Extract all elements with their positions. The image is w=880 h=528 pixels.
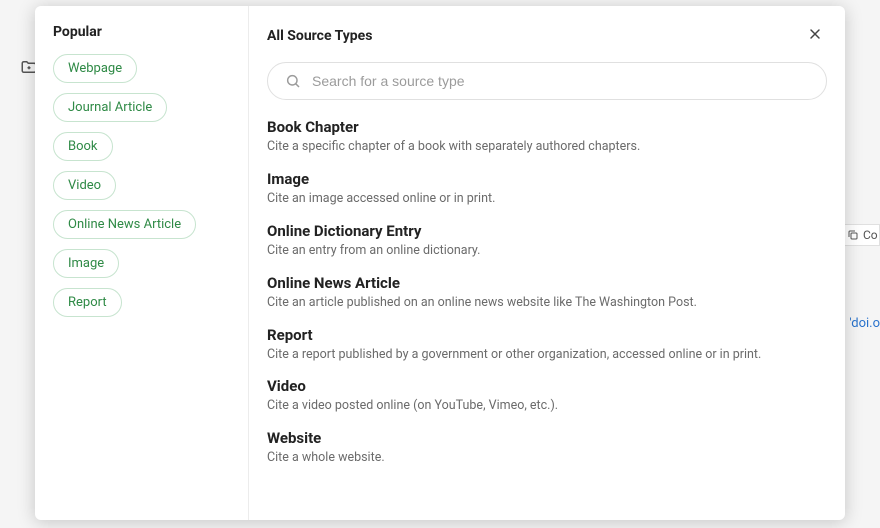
chip-video[interactable]: Video (53, 171, 116, 200)
type-title: Book Chapter (267, 118, 827, 136)
type-title: Report (267, 326, 827, 344)
bg-copy-strip: Co (840, 224, 880, 246)
type-video[interactable]: Video Cite a video posted online (on You… (267, 377, 827, 415)
chip-image[interactable]: Image (53, 249, 119, 278)
sidebar-heading: Popular (53, 24, 232, 40)
source-type-modal: Popular Webpage Journal Article Book Vid… (35, 6, 845, 520)
type-title: Website (267, 429, 827, 447)
type-desc: Cite a whole website. (267, 450, 827, 467)
popular-chip-list: Webpage Journal Article Book Video Onlin… (53, 54, 232, 317)
type-report[interactable]: Report Cite a report published by a gove… (267, 326, 827, 364)
close-button[interactable] (803, 24, 827, 48)
type-image[interactable]: Image Cite an image accessed online or i… (267, 170, 827, 208)
main-header: All Source Types (267, 24, 827, 48)
type-title: Image (267, 170, 827, 188)
type-desc: Cite an entry from an online dictionary. (267, 243, 827, 260)
chip-report[interactable]: Report (53, 288, 122, 317)
main-panel: All Source Types Book Chapter Cite a spe… (249, 6, 845, 520)
type-desc: Cite a video posted online (on YouTube, … (267, 398, 827, 415)
type-title: Online News Article (267, 274, 827, 292)
bg-doi-link: 'doi.o (849, 316, 880, 331)
type-title: Video (267, 377, 827, 395)
chip-book[interactable]: Book (53, 132, 113, 161)
type-online-news-article[interactable]: Online News Article Cite an article publ… (267, 274, 827, 312)
type-website[interactable]: Website Cite a whole website. (267, 429, 827, 467)
type-desc: Cite an image accessed online or in prin… (267, 191, 827, 208)
search-input[interactable] (267, 62, 827, 100)
chip-webpage[interactable]: Webpage (53, 54, 137, 83)
main-heading: All Source Types (267, 28, 372, 44)
bg-copy-text: Co (863, 228, 878, 242)
source-type-list: Book Chapter Cite a specific chapter of … (267, 118, 827, 467)
sidebar-popular: Popular Webpage Journal Article Book Vid… (35, 6, 249, 520)
search-wrap (267, 62, 827, 100)
chip-journal-article[interactable]: Journal Article (53, 93, 167, 122)
type-desc: Cite an article published on an online n… (267, 295, 827, 312)
type-title: Online Dictionary Entry (267, 222, 827, 240)
search-icon (285, 73, 301, 89)
chip-online-news-article[interactable]: Online News Article (53, 210, 196, 239)
type-desc: Cite a specific chapter of a book with s… (267, 139, 827, 156)
type-desc: Cite a report published by a government … (267, 347, 827, 364)
type-book-chapter[interactable]: Book Chapter Cite a specific chapter of … (267, 118, 827, 156)
close-icon (807, 26, 823, 47)
type-online-dictionary-entry[interactable]: Online Dictionary Entry Cite an entry fr… (267, 222, 827, 260)
